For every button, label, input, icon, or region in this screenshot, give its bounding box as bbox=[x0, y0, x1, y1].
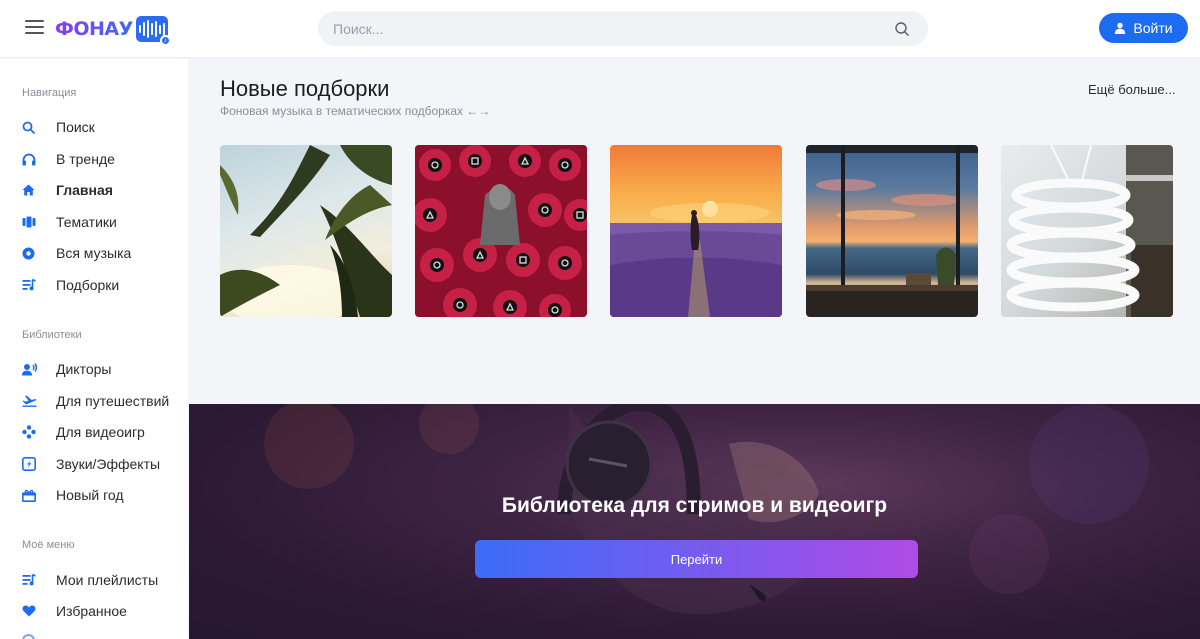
collection-card-palm-trees-sky-image[interactable] bbox=[220, 145, 392, 317]
logo[interactable]: ФОНАУ ♪ bbox=[55, 14, 171, 46]
sidebar: Навигация Поиск В тренде Главная Тематик… bbox=[0, 59, 188, 639]
sidebar-item-cut-off[interactable] bbox=[22, 630, 182, 639]
search-bar bbox=[318, 11, 928, 46]
circle-icon bbox=[22, 632, 42, 639]
sidebar-item-sound-effects[interactable]: Звуки/Эффекты bbox=[22, 454, 182, 474]
sidebar-item-label: Поиск bbox=[56, 119, 95, 135]
sidebar-item-label: Тематики bbox=[56, 214, 117, 230]
sidebar-item-travel[interactable]: Для путешествий bbox=[22, 391, 182, 411]
banner-girl-with-headphones-neon-image: Библиотека для стримов и видеоигр Перейт… bbox=[189, 404, 1200, 639]
sidebar-item-favorites[interactable]: Избранное bbox=[22, 601, 182, 621]
voice-icon bbox=[22, 361, 42, 377]
logo-waveform-icon: ♪ bbox=[135, 16, 171, 46]
sidebar-section-navigation-title: Навигация bbox=[22, 87, 77, 99]
heart-icon bbox=[22, 603, 42, 619]
collection-card-lavender-sunset-field-image[interactable] bbox=[610, 145, 782, 317]
login-label: Войти bbox=[1133, 20, 1173, 36]
tags-icon bbox=[22, 214, 42, 230]
sidebar-item-label: В тренде bbox=[56, 151, 115, 167]
sidebar-item-label: Вся музыка bbox=[56, 245, 132, 261]
sidebar-item-videogames[interactable]: Для видеоигр bbox=[22, 422, 182, 442]
playlist-icon bbox=[22, 572, 42, 588]
more-link[interactable]: Ещё больше... bbox=[1088, 82, 1175, 97]
sidebar-item-trending[interactable]: В тренде bbox=[22, 149, 182, 169]
sidebar-item-label: Главная bbox=[56, 182, 113, 198]
home-icon bbox=[22, 182, 42, 198]
playlist-icon bbox=[22, 277, 42, 293]
sidebar-item-all-music[interactable]: Вся музыка bbox=[22, 243, 182, 263]
menu-icon[interactable] bbox=[25, 20, 44, 36]
gift-icon bbox=[22, 487, 42, 503]
search-icon[interactable] bbox=[894, 21, 910, 37]
sidebar-item-home[interactable]: Главная bbox=[22, 180, 182, 200]
sidebar-section-libraries-title: Библиотеки bbox=[22, 329, 82, 341]
logo-text: ФОНАУ bbox=[55, 18, 133, 40]
search-input[interactable] bbox=[318, 11, 858, 46]
headphones-icon bbox=[22, 151, 42, 167]
search-icon bbox=[22, 119, 42, 135]
banner-go-button[interactable]: Перейти bbox=[475, 540, 918, 578]
login-button[interactable]: Войти bbox=[1099, 13, 1188, 43]
sidebar-item-label: Избранное bbox=[56, 603, 127, 619]
collection-card-white-spiral-lamp-interior-image[interactable] bbox=[1001, 145, 1173, 317]
sound-effect-icon bbox=[22, 456, 42, 472]
collection-card-red-guards-crowd-image[interactable] bbox=[415, 145, 587, 317]
sidebar-item-label: Дикторы bbox=[56, 361, 112, 377]
top-header: ФОНАУ ♪ Войти bbox=[0, 0, 1200, 58]
sidebar-item-label: Для путешествий bbox=[56, 393, 170, 409]
user-icon bbox=[1115, 22, 1126, 34]
sidebar-item-my-playlists[interactable]: Мои плейлисты bbox=[22, 570, 182, 590]
sidebar-item-search[interactable]: Поиск bbox=[22, 117, 182, 137]
sidebar-section-my-menu-title: Моё меню bbox=[22, 539, 75, 551]
sidebar-item-label: Для видеоигр bbox=[56, 424, 145, 440]
sidebar-item-label: Звуки/Эффекты bbox=[56, 456, 161, 472]
sidebar-item-label: Подборки bbox=[56, 277, 120, 293]
sidebar-item-collections[interactable]: Подборки bbox=[22, 275, 182, 295]
airplane-icon bbox=[22, 393, 42, 409]
disc-icon bbox=[22, 245, 42, 261]
page-subtitle: Фоновая музыка в тематических подборках … bbox=[220, 104, 491, 118]
sidebar-item-label: Новый год bbox=[56, 487, 124, 503]
gamepad-icon bbox=[22, 424, 42, 440]
sidebar-item-new-year[interactable]: Новый год bbox=[22, 485, 182, 505]
page-title: Новые подборки bbox=[220, 76, 390, 101]
banner-title: Библиотека для стримов и видеоигр bbox=[501, 494, 888, 517]
sidebar-item-label: Мои плейлисты bbox=[56, 572, 159, 588]
sidebar-item-narrators[interactable]: Дикторы bbox=[22, 359, 182, 379]
sidebar-item-themes[interactable]: Тематики bbox=[22, 212, 182, 232]
collection-card-window-sea-sunset-image[interactable] bbox=[806, 145, 978, 317]
